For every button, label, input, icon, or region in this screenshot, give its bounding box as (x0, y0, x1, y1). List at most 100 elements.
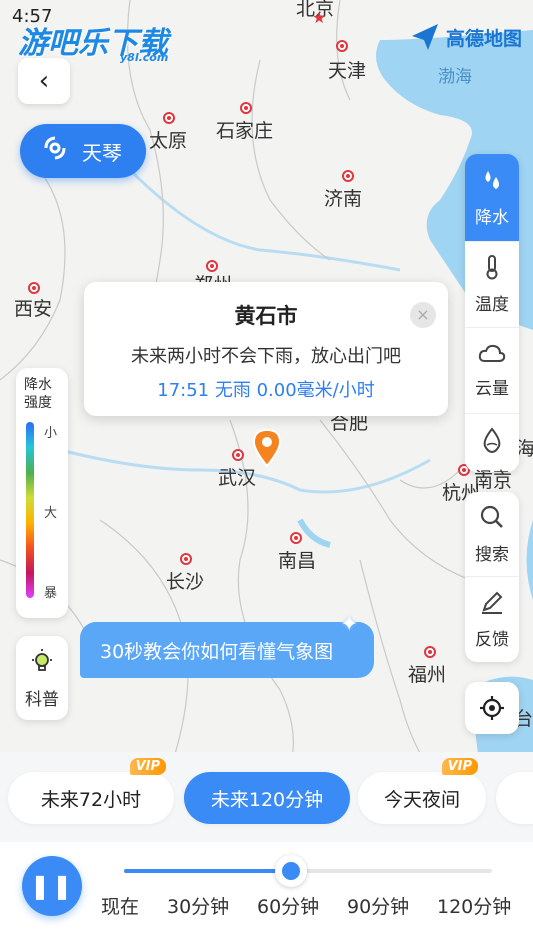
forecast-tabs: 未来72小时 VIP 未来120分钟 今天夜间 VIP (0, 752, 533, 842)
popup-detail: 17:51 无雨 0.00毫米/小时 (157, 380, 375, 401)
city-marker-icon (163, 112, 175, 124)
tutorial-bubble[interactable]: 30秒教会你如何看懂气象图 (80, 622, 374, 678)
tab-120min[interactable]: 未来120分钟 (184, 772, 350, 824)
city-shijiazhuang[interactable]: 石家庄 (216, 102, 274, 143)
back-button[interactable]: ‹ (18, 58, 70, 104)
vip-badge: VIP (441, 758, 478, 775)
city-label: 天津 (328, 60, 367, 82)
legend-level-low: 小 (44, 426, 58, 441)
city-marker-icon (342, 170, 354, 182)
city-label: 太原 (149, 130, 188, 152)
science-button[interactable]: 科普 (16, 636, 68, 720)
city-label: 济南 (324, 188, 363, 210)
pause-icon: ❚❚ (29, 872, 75, 900)
city-nanchang[interactable]: 南昌 (278, 532, 317, 573)
tick-60: 60分钟 (257, 896, 320, 918)
locate-button[interactable] (465, 682, 519, 734)
legend-title: 降水强度 (24, 377, 52, 411)
watermark-url: y8l.com (120, 51, 169, 64)
typhoon-label: 天琴 (82, 140, 122, 165)
city-marker-icon (28, 282, 40, 294)
sea-label: 渤海 (438, 67, 472, 87)
city-label: 福州 (408, 664, 447, 686)
cloud-icon (478, 342, 506, 370)
layer-humidity[interactable]: 湿度 (465, 414, 519, 472)
sparkle-icon: ✦ (340, 612, 359, 637)
tutorial-label: 30秒教会你如何看懂气象图 (100, 640, 334, 663)
search-icon (479, 504, 505, 536)
location-pin-icon[interactable] (252, 428, 282, 468)
timeline-thumb[interactable] (274, 855, 307, 887)
city-marker-icon (180, 553, 192, 565)
timeline-slider[interactable] (124, 855, 492, 887)
popup-city: 黄石市 (234, 304, 298, 328)
typhoon-button[interactable]: 天琴 (20, 124, 146, 178)
feedback-button[interactable]: 反馈 (465, 577, 519, 662)
layer-precip[interactable]: 降水 (465, 154, 519, 242)
legend-level-storm: 暴 (44, 586, 58, 601)
layer-label: 云量 (475, 379, 509, 399)
city-marker-icon (424, 646, 436, 658)
map-brand: 高德地图 (446, 28, 523, 50)
tick-120: 120分钟 (437, 896, 512, 918)
city-label: 武汉 (218, 467, 257, 489)
popup-message: 未来两小时不会下雨，放心出门吧 (131, 346, 401, 367)
legend-gradient (26, 422, 34, 598)
tool-label: 反馈 (475, 630, 509, 650)
search-button[interactable]: 搜索 (465, 492, 519, 577)
city-beijing[interactable]: 北京 ★ (296, 0, 334, 27)
typhoon-icon (42, 135, 68, 168)
city-marker-icon (240, 102, 252, 114)
pause-button[interactable]: ❚❚ (22, 856, 82, 916)
city-fuzhou[interactable]: 福州 (408, 646, 447, 687)
layer-label: 降水 (475, 208, 509, 228)
city-label: 石家庄 (216, 120, 274, 142)
layer-temp[interactable]: 温度 (465, 242, 519, 328)
city-label: 西安 (14, 298, 53, 320)
tab-tonight[interactable]: 今天夜间 VIP (358, 758, 486, 824)
chevron-left-icon: ‹ (38, 66, 50, 96)
layer-cloud[interactable]: 云量 (465, 328, 519, 414)
layer-label: 温度 (475, 295, 509, 315)
science-label: 科普 (25, 689, 59, 710)
capital-star-icon: ★ (312, 8, 327, 27)
city-marker-icon (336, 40, 348, 52)
city-marker-icon (206, 260, 218, 272)
city-marker-icon (290, 532, 302, 544)
city-label: 长沙 (166, 571, 205, 593)
timeline-progress (124, 869, 291, 873)
tab-label: 未来120分钟 (210, 788, 324, 811)
tick-30: 30分钟 (167, 896, 230, 918)
city-jinan[interactable]: 济南 (324, 170, 363, 211)
weather-popup: 黄石市 × 未来两小时不会下雨，放心出门吧 17:51 无雨 0.00毫米/小时 (84, 282, 448, 416)
tab-label: 今天夜间 (383, 788, 460, 811)
vip-badge: VIP (129, 758, 166, 775)
tab-72h[interactable]: 未来72小时 VIP (8, 758, 174, 824)
city-marker-icon (232, 449, 244, 461)
city-taiyuan[interactable]: 太原 (149, 112, 188, 153)
rain-drops-icon (479, 167, 505, 199)
legend-level-high: 大 (44, 506, 58, 521)
water-drop-icon (480, 426, 504, 460)
layer-label: 湿度 (475, 464, 509, 473)
amap-logo-icon (412, 24, 438, 50)
tick-now: 现在 (101, 896, 140, 918)
popup-close-button[interactable]: × (410, 302, 436, 328)
tick-90: 90分钟 (347, 896, 410, 918)
layer-switcher: 降水 温度 云量 湿度 (465, 154, 519, 472)
tab-label: 未来72小时 (40, 788, 142, 811)
crosshair-icon (480, 696, 504, 720)
tab-more[interactable] (496, 772, 533, 824)
precip-legend: 降水强度 小 大 暴 (16, 368, 68, 618)
city-wuhan[interactable]: 武汉 (218, 449, 257, 490)
tool-label: 搜索 (475, 544, 509, 565)
city-xian[interactable]: 西安 (14, 282, 53, 321)
city-changsha[interactable]: 长沙 (166, 553, 205, 594)
thermometer-icon (479, 254, 505, 286)
lightbulb-icon (28, 647, 56, 681)
city-label: 南京 (474, 470, 513, 492)
pencil-icon (479, 589, 505, 621)
city-tianjin[interactable]: 天津 (328, 40, 367, 83)
tool-panel: 搜索 反馈 (465, 492, 519, 662)
city-label: 南昌 (278, 550, 317, 572)
